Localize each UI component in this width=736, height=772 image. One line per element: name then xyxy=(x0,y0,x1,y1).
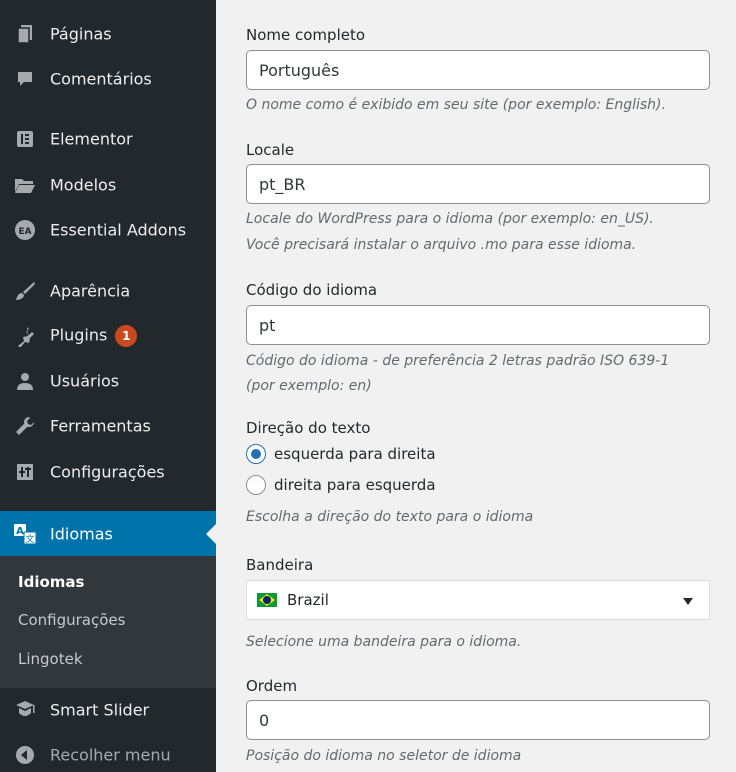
wrench-icon xyxy=(13,414,37,438)
comments-icon xyxy=(13,67,37,91)
settings-icon xyxy=(13,460,37,484)
menu-label: Idiomas xyxy=(50,524,113,543)
language-edit-form: Nome completo O nome como é exibido em s… xyxy=(216,0,736,772)
menu-label: Usuários xyxy=(50,371,120,391)
menu-item-plugins[interactable]: Plugins 1 xyxy=(0,316,216,356)
full-name-label: Nome completo xyxy=(246,26,366,44)
svg-text:A: A xyxy=(16,526,24,537)
radio-ltr[interactable]: esquerda para direita xyxy=(246,444,436,464)
text-direction-label: Direção do texto xyxy=(246,419,371,437)
admin-sidebar: Páginas Comentários Elementor Modelos EA… xyxy=(0,0,216,772)
translate-icon: A文 xyxy=(13,522,37,546)
flag-select[interactable]: Brazil xyxy=(246,580,710,620)
menu-item-smart-slider[interactable]: Smart Slider xyxy=(0,690,216,730)
radio-button-checked[interactable] xyxy=(246,444,266,464)
radio-ltr-label: esquerda para direita xyxy=(274,445,436,463)
order-input[interactable] xyxy=(246,700,710,740)
menu-item-paginas[interactable]: Páginas xyxy=(0,14,216,54)
smart-slider-icon xyxy=(13,698,37,722)
order-description: Posição do idioma no seletor de idioma xyxy=(246,748,522,764)
plugin-icon xyxy=(13,324,37,348)
language-code-description-line1: Código do idioma - de preferência 2 letr… xyxy=(246,353,670,369)
menu-item-idiomas[interactable]: A文 Idiomas xyxy=(0,511,216,556)
full-name-input[interactable] xyxy=(246,50,710,90)
language-code-label: Código do idioma xyxy=(246,281,378,299)
idiomas-submenu: Idiomas Configurações Lingotek xyxy=(0,556,216,688)
update-count-badge: 1 xyxy=(115,325,138,347)
submenu-item-configuracoes[interactable]: Configurações xyxy=(18,611,125,629)
active-menu-pointer xyxy=(206,523,216,544)
submenu-item-idiomas[interactable]: Idiomas xyxy=(18,573,84,591)
menu-label: Páginas xyxy=(50,24,112,44)
chevron-down-icon xyxy=(683,598,693,605)
menu-item-elementor[interactable]: Elementor xyxy=(0,119,216,159)
menu-label: Elementor xyxy=(50,129,133,149)
radio-rtl[interactable]: direita para esquerda xyxy=(246,475,436,495)
flag-description: Selecione uma bandeira para o idioma. xyxy=(246,634,522,650)
menu-item-essential-addons[interactable]: EA Essential Addons xyxy=(0,210,216,250)
locale-description-line2: Você precisará instalar o arquivo .mo pa… xyxy=(246,237,637,253)
menu-item-ferramentas[interactable]: Ferramentas xyxy=(0,406,216,446)
radio-button-unchecked[interactable] xyxy=(246,475,266,495)
brush-icon xyxy=(13,279,37,303)
plugins-label: Plugins xyxy=(50,325,108,345)
menu-item-aparencia[interactable]: Aparência xyxy=(0,271,216,311)
full-name-description: O nome como é exibido em seu site (por e… xyxy=(246,97,666,113)
menu-item-configuracoes[interactable]: Configurações xyxy=(0,452,216,492)
menu-item-modelos[interactable]: Modelos xyxy=(0,165,216,205)
menu-label: Ferramentas xyxy=(50,416,151,436)
menu-label: Modelos xyxy=(50,175,117,195)
elementor-icon xyxy=(13,127,37,151)
locale-description-line1: Locale do WordPress para o idioma (por e… xyxy=(246,211,654,227)
menu-label: Essential Addons xyxy=(50,220,187,240)
menu-label: Smart Slider xyxy=(50,700,150,720)
collapse-menu-button[interactable]: Recolher menu xyxy=(0,735,216,772)
submenu-item-lingotek[interactable]: Lingotek xyxy=(18,650,83,668)
pages-icon xyxy=(13,22,37,46)
menu-item-comentarios[interactable]: Comentários xyxy=(0,59,216,99)
flag-label: Bandeira xyxy=(246,556,314,574)
folder-icon xyxy=(13,173,37,197)
language-code-description-line2: (por exemplo: en) xyxy=(246,378,372,394)
menu-label: Recolher menu xyxy=(50,745,171,765)
flag-select-value: Brazil xyxy=(287,591,329,609)
locale-input[interactable] xyxy=(246,164,710,204)
locale-label: Locale xyxy=(246,141,295,159)
svg-text:文: 文 xyxy=(25,533,34,545)
svg-text:EA: EA xyxy=(18,227,31,237)
brazil-flag-icon xyxy=(257,593,277,607)
menu-label: Aparência xyxy=(50,281,131,301)
menu-label: Plugins 1 xyxy=(50,325,138,347)
menu-label: Comentários xyxy=(50,69,152,89)
language-code-input[interactable] xyxy=(246,305,710,345)
essential-addons-icon: EA xyxy=(13,218,37,242)
radio-rtl-label: direita para esquerda xyxy=(274,476,436,494)
menu-label: Configurações xyxy=(50,462,165,482)
menu-item-usuarios[interactable]: Usuários xyxy=(0,361,216,401)
text-direction-description: Escolha a direção do texto para o idioma xyxy=(246,509,534,525)
collapse-icon xyxy=(13,743,37,767)
users-icon xyxy=(13,369,37,393)
order-label: Ordem xyxy=(246,677,298,695)
